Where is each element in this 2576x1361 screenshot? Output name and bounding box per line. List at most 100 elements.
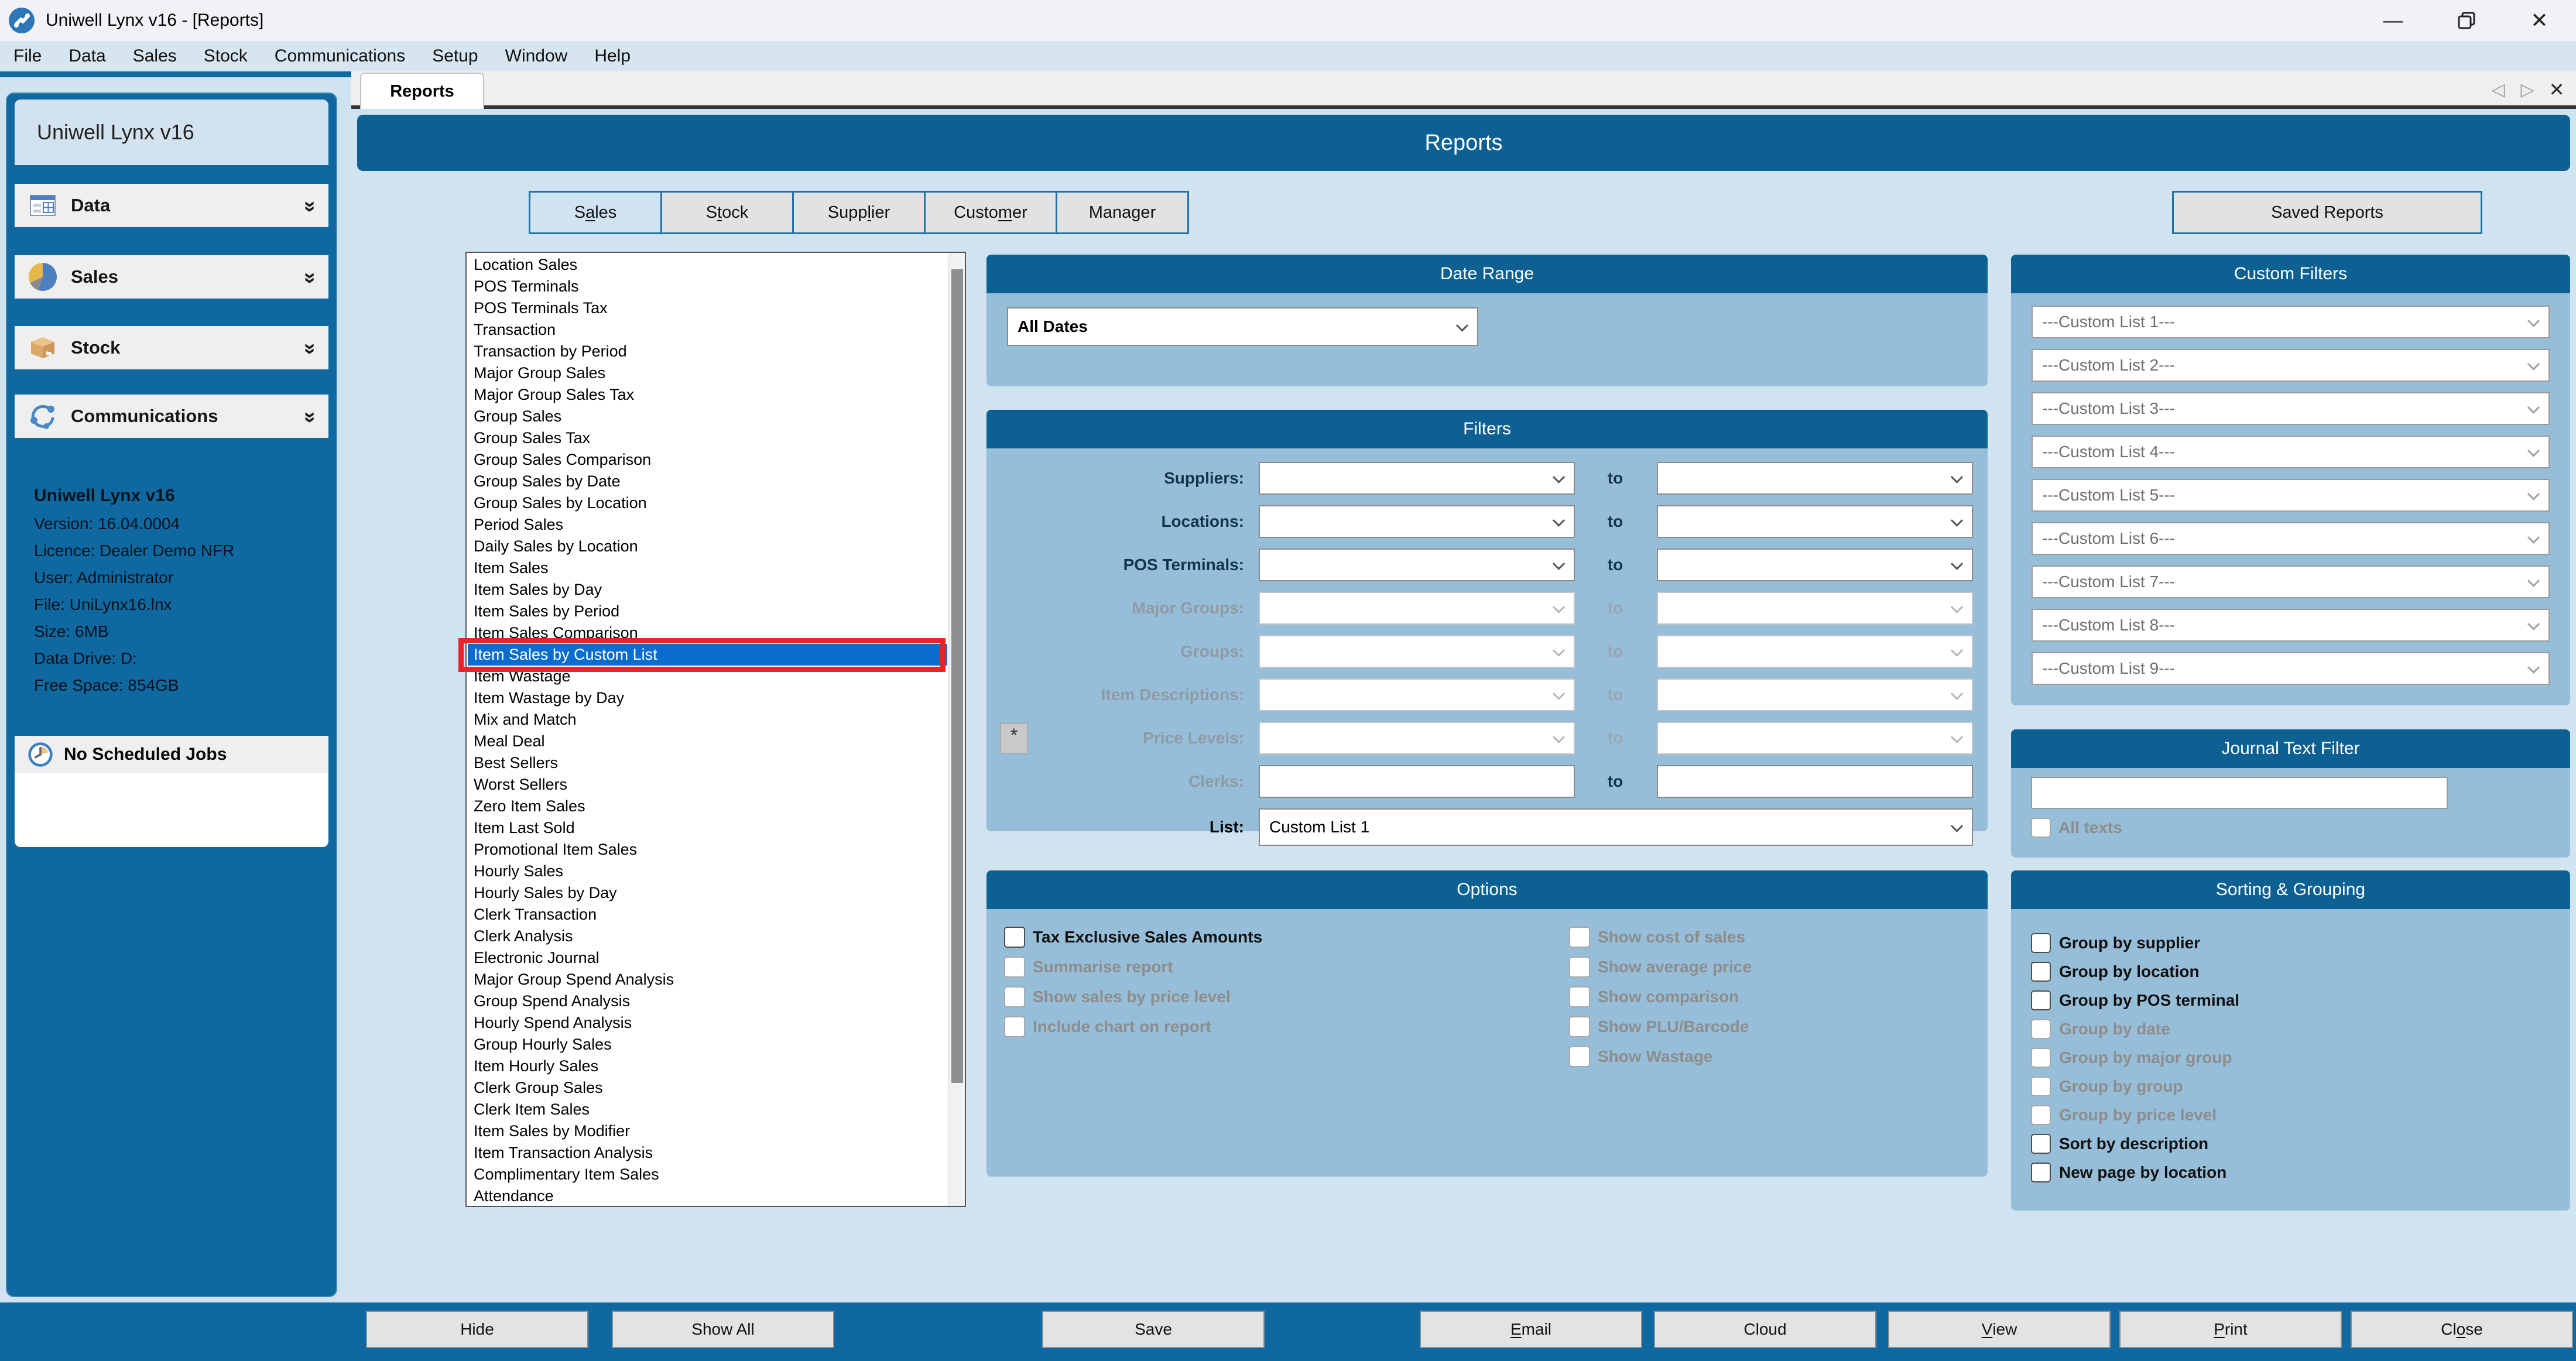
report-list-item[interactable]: Item Wastage by Day [468, 687, 947, 709]
report-list-item[interactable]: Group Sales Tax [468, 427, 947, 449]
report-list-item[interactable]: Daily Sales by Location [468, 536, 947, 557]
report-list-item[interactable]: Group Sales Comparison [468, 449, 947, 471]
category-tab[interactable]: Supplier [794, 193, 924, 232]
custom-list-filter-select[interactable]: ---Custom List 5--- [2032, 479, 2550, 512]
report-list-item[interactable]: Item Last Sold [468, 817, 947, 839]
report-list-item[interactable]: Item Sales by Modifier [468, 1120, 947, 1142]
custom-list-filter-select[interactable]: ---Custom List 9--- [2032, 652, 2550, 685]
category-tab[interactable]: Manager [1057, 193, 1187, 232]
report-list-item[interactable]: Transaction [468, 319, 947, 341]
report-list-item[interactable]: Item Hourly Sales [468, 1055, 947, 1077]
report-list-item[interactable]: Best Sellers [468, 752, 947, 774]
report-list-item[interactable]: Transaction by Period [468, 341, 947, 362]
hide-button[interactable]: Hide [366, 1311, 588, 1348]
checkbox[interactable] [1004, 1016, 1025, 1037]
menu-item[interactable]: Stock [190, 41, 261, 71]
scrollbar-thumb[interactable] [951, 269, 963, 1083]
menu-item[interactable]: Data [55, 41, 119, 71]
checkbox[interactable] [1004, 957, 1025, 978]
report-list-item[interactable]: Complimentary Item Sales [468, 1164, 947, 1185]
report-list-item[interactable]: Attendance [468, 1185, 947, 1205]
checkbox[interactable] [2031, 962, 2051, 982]
filter-to-select[interactable] [1657, 635, 1973, 668]
report-list-item[interactable]: Group Sales by Date [468, 471, 947, 492]
minimize-button[interactable]: — [2356, 0, 2430, 41]
custom-list-filter-select[interactable]: ---Custom List 3--- [2032, 392, 2550, 425]
checkbox[interactable] [1569, 1046, 1590, 1067]
close-window-button[interactable]: ✕ [2503, 0, 2576, 41]
report-list-item[interactable]: Major Group Sales [468, 362, 947, 384]
menu-item[interactable]: Help [581, 41, 644, 71]
report-list-item[interactable]: Group Sales by Location [468, 492, 947, 514]
report-list-item[interactable]: Group Spend Analysis [468, 990, 947, 1012]
checkbox[interactable] [2031, 990, 2051, 1010]
report-list-item[interactable]: Item Sales by Period [468, 601, 947, 622]
checkbox[interactable] [1004, 927, 1025, 948]
tab-close-icon[interactable]: ✕ [2544, 78, 2569, 101]
filter-from-select[interactable] [1259, 548, 1575, 581]
report-list-item[interactable]: Location Sales [468, 254, 947, 276]
save-button[interactable]: Save [1042, 1311, 1265, 1348]
custom-list-filter-select[interactable]: ---Custom List 4--- [2032, 436, 2550, 468]
filter-to-select[interactable] [1657, 462, 1973, 495]
checkbox[interactable] [2031, 1019, 2051, 1039]
checkbox[interactable] [1004, 986, 1025, 1007]
checkbox[interactable] [2031, 1077, 2051, 1096]
filter-to-select[interactable] [1657, 722, 1973, 755]
filter-from-select[interactable] [1259, 462, 1575, 495]
report-list-item[interactable]: Item Sales Comparison [468, 622, 947, 644]
checkbox[interactable] [1569, 957, 1590, 978]
restore-button[interactable] [2430, 0, 2503, 41]
report-list-item[interactable]: Zero Item Sales [468, 796, 947, 817]
report-list-item[interactable]: Promotional Item Sales [468, 839, 947, 861]
close-button[interactable]: Close [2351, 1311, 2573, 1348]
category-tab[interactable]: Stock [662, 193, 792, 232]
scheduled-jobs-row[interactable]: No Scheduled Jobs [15, 736, 328, 773]
checkbox[interactable] [2031, 1105, 2051, 1125]
report-list-item[interactable]: Item Sales [468, 557, 947, 579]
report-list-item[interactable]: Hourly Sales by Day [468, 882, 947, 904]
report-list-item[interactable]: Clerk Group Sales [468, 1077, 947, 1099]
view-button[interactable]: View [1888, 1311, 2111, 1348]
filter-from-select[interactable] [1259, 722, 1575, 755]
menu-item[interactable]: Window [492, 41, 581, 71]
filter-from-select[interactable] [1259, 505, 1575, 538]
saved-reports-button[interactable]: Saved Reports [2172, 191, 2482, 234]
report-list-item[interactable]: Item Transaction Analysis [468, 1142, 947, 1164]
filter-from-select[interactable] [1259, 765, 1575, 798]
custom-list-filter-select[interactable]: ---Custom List 1--- [2032, 306, 2550, 338]
sidebar-item-data[interactable]: Data » [15, 184, 328, 227]
custom-list-filter-select[interactable]: ---Custom List 8--- [2032, 609, 2550, 642]
sidebar-item-sales[interactable]: Sales » [15, 255, 328, 299]
report-list-item[interactable]: Item Sales by Custom List [468, 644, 947, 666]
journal-text-input[interactable] [2031, 777, 2448, 809]
custom-list-select[interactable]: Custom List 1 [1259, 808, 1973, 846]
item-descriptions-star-button[interactable]: * [1000, 723, 1028, 753]
menu-item[interactable]: Setup [419, 41, 491, 71]
custom-list-filter-select[interactable]: ---Custom List 6--- [2032, 522, 2550, 555]
report-list-item[interactable]: Clerk Analysis [468, 925, 947, 947]
report-list-item[interactable]: Period Sales [468, 514, 947, 536]
checkbox[interactable] [1569, 927, 1590, 948]
print-button[interactable]: Print [2119, 1311, 2342, 1348]
checkbox[interactable] [2031, 933, 2051, 953]
reports-document-tab[interactable]: Reports [360, 73, 484, 109]
filter-to-select[interactable] [1657, 505, 1973, 538]
checkbox[interactable] [1569, 1016, 1590, 1037]
sidebar-item-stock[interactable]: Stock » [15, 326, 328, 369]
report-list-item[interactable]: Major Group Sales Tax [468, 384, 947, 406]
report-list-item[interactable]: Item Wastage [468, 666, 947, 687]
custom-list-filter-select[interactable]: ---Custom List 2--- [2032, 349, 2550, 382]
menu-item[interactable]: File [0, 41, 55, 71]
report-list-item[interactable]: Group Hourly Sales [468, 1034, 947, 1055]
report-list-item[interactable]: Clerk Item Sales [468, 1099, 947, 1120]
menu-item[interactable]: Sales [119, 41, 190, 71]
tab-scroll-left-icon[interactable]: ◁ [2486, 80, 2510, 100]
report-list-item[interactable]: Group Sales [468, 406, 947, 427]
email-button[interactable]: Email [1420, 1311, 1642, 1348]
report-list-item[interactable]: Hourly Sales [468, 861, 947, 882]
report-list-item[interactable]: Mix and Match [468, 709, 947, 731]
filter-from-select[interactable] [1259, 635, 1575, 668]
report-list-item[interactable]: Major Group Spend Analysis [468, 969, 947, 990]
report-list-item[interactable]: Item Sales by Day [468, 579, 947, 601]
